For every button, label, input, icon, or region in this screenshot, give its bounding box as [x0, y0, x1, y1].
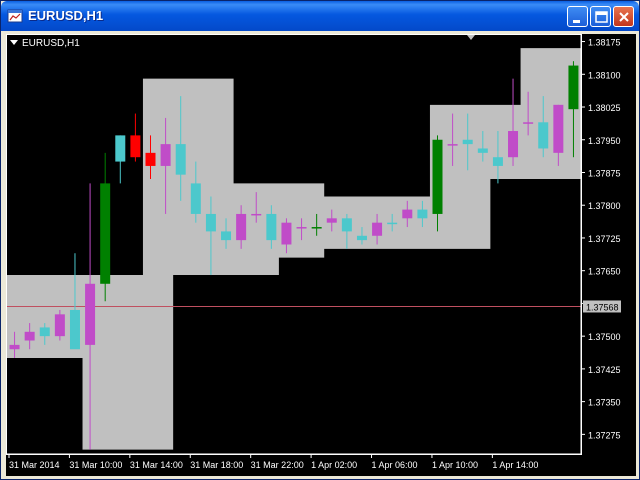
candle-body — [190, 183, 201, 214]
time-tick-label: 1 Apr 14:00 — [492, 460, 538, 470]
chart-window: EURUSD,H1 1.38175 1.38100 1.38025 1.37950 1.… — [0, 0, 640, 480]
candle-body — [387, 222, 398, 225]
price-tick-label: 1.37275 — [588, 430, 621, 440]
candle-body — [538, 122, 549, 149]
candle-body — [130, 135, 141, 158]
candle-body — [24, 331, 35, 341]
candle-body — [54, 314, 65, 337]
current-price-label: 1.37568 — [586, 302, 619, 312]
candle-body — [175, 144, 186, 175]
time-tick-label: 1 Apr 10:00 — [432, 460, 478, 470]
chart-area[interactable]: 1.38175 1.38100 1.38025 1.37950 1.37875 1.378… — [6, 34, 636, 476]
price-tick-label: 1.38100 — [588, 70, 621, 80]
time-tick-label: 31 Mar 10:00 — [69, 460, 122, 470]
price-tick-label: 1.37500 — [588, 332, 621, 342]
chart-window-icon — [7, 9, 23, 23]
candle-body — [9, 344, 20, 350]
candle-body — [145, 152, 156, 166]
minimize-button[interactable] — [567, 6, 588, 27]
price-chart[interactable]: 1.38175 1.38100 1.38025 1.37950 1.37875 1.378… — [6, 34, 636, 476]
candle-body — [492, 157, 503, 166]
price-tick-label: 1.37800 — [588, 201, 621, 211]
window-title: EURUSD,H1 — [28, 8, 104, 23]
symbol-menu-arrow-icon[interactable] — [10, 40, 18, 45]
candle-body — [100, 183, 111, 284]
title-bar[interactable]: EURUSD,H1 — [1, 1, 639, 31]
price-axis-background — [582, 34, 636, 476]
candle-body — [417, 209, 428, 219]
time-tick-label: 31 Mar 18:00 — [190, 460, 243, 470]
candle-body — [432, 139, 443, 214]
symbol-label: EURUSD,H1 — [22, 38, 80, 49]
candle-body — [402, 209, 413, 219]
price-tick-label: 1.38025 — [588, 103, 621, 113]
candle-body — [296, 227, 307, 229]
candle-body — [266, 213, 277, 241]
time-tick-label: 1 Apr 06:00 — [372, 460, 418, 470]
candle-body — [523, 122, 534, 124]
candle-body — [69, 309, 80, 350]
time-tick-label: 1 Apr 02:00 — [311, 460, 357, 470]
candle-body — [341, 218, 352, 232]
candle-body — [85, 283, 96, 345]
candle-body — [160, 144, 171, 166]
maximize-icon — [595, 11, 608, 23]
price-tick-label: 1.38175 — [588, 38, 621, 48]
candle-body — [39, 327, 50, 337]
candle-body — [251, 213, 262, 216]
price-tick-label: 1.37950 — [588, 136, 621, 146]
candle-body — [553, 104, 564, 153]
minimize-icon — [573, 20, 580, 23]
candle-body — [508, 131, 519, 158]
price-tick-label: 1.37650 — [588, 267, 621, 277]
price-tick-label: 1.37725 — [588, 234, 621, 244]
candle-body — [568, 65, 579, 110]
candle-body — [205, 213, 216, 232]
candle-body — [311, 227, 322, 229]
candle-body — [447, 144, 458, 146]
candle-body — [462, 139, 473, 145]
maximize-button[interactable] — [590, 6, 611, 27]
candle-body — [115, 135, 126, 162]
time-tick-label: 31 Mar 2014 — [9, 460, 60, 470]
price-tick-label: 1.37425 — [588, 365, 621, 375]
close-button[interactable] — [613, 6, 634, 27]
candle-body — [236, 213, 247, 241]
candle-body — [372, 222, 383, 236]
price-tick-label: 1.37350 — [588, 398, 621, 408]
candle-body — [326, 218, 337, 223]
candle-body — [356, 235, 367, 241]
time-tick-label: 31 Mar 22:00 — [251, 460, 304, 470]
close-icon — [619, 12, 629, 22]
time-tick-label: 31 Mar 14:00 — [130, 460, 183, 470]
candle-body — [281, 222, 292, 245]
candle-body — [221, 231, 232, 241]
price-tick-label: 1.37875 — [588, 168, 621, 178]
candle-body — [477, 148, 488, 153]
